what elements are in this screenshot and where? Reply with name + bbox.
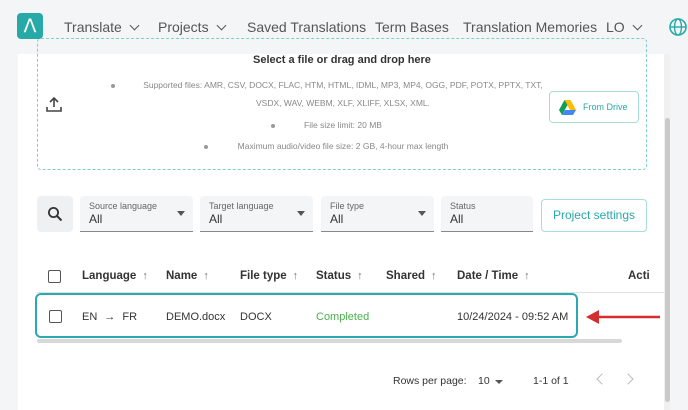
sort-arrow-icon: ↑ — [292, 270, 299, 282]
column-header-actions: Acti — [628, 270, 650, 282]
status-select[interactable]: Status All — [441, 196, 533, 232]
chevron-down-icon — [216, 20, 227, 31]
globe-icon[interactable] — [668, 17, 688, 37]
status-label: Status — [450, 201, 476, 211]
file-type-label: File type — [330, 201, 365, 211]
upload-icon[interactable] — [45, 96, 63, 114]
sort-arrow-icon: ↑ — [357, 270, 363, 282]
project-settings-button[interactable]: Project settings — [541, 199, 647, 232]
column-header-status[interactable]: Status ↑ — [316, 270, 363, 282]
supported-files-line-2: VSDX, WAV, WEBM, XLF, XLIFF, XLSX, XML. — [256, 98, 430, 108]
column-label: Name — [166, 270, 198, 282]
column-label: Status — [316, 270, 352, 282]
rows-per-page-select[interactable]: 10 — [478, 375, 490, 387]
annotation-arrow-icon — [586, 310, 660, 324]
file-type-select[interactable]: File type All — [321, 196, 434, 232]
source-language-select[interactable]: Source language All — [80, 196, 193, 232]
search-button[interactable] — [37, 196, 73, 232]
nav-translation-memories[interactable]: Translation Memories — [463, 19, 597, 35]
from-drive-label: From Drive — [583, 102, 628, 112]
sort-arrow-icon: ↑ — [431, 270, 437, 282]
nav-user-label: LO — [606, 19, 625, 35]
select-all-checkbox[interactable] — [48, 270, 61, 283]
table-horizontal-scrollbar[interactable] — [37, 339, 622, 343]
column-header-file-type[interactable]: File type ↑ — [240, 270, 298, 282]
file-type-value: All — [330, 212, 344, 226]
column-label: Language — [82, 270, 137, 282]
column-label: File type — [240, 270, 287, 282]
source-language-label: Source language — [89, 201, 158, 211]
dropdown-caret-icon[interactable] — [495, 380, 503, 384]
search-icon — [48, 207, 63, 222]
column-header-language[interactable]: Language ↑ — [82, 270, 148, 282]
sort-arrow-icon: ↑ — [524, 270, 530, 282]
sort-arrow-icon: ↑ — [203, 270, 209, 282]
column-header-name[interactable]: Name ↑ — [166, 270, 209, 282]
from-drive-button[interactable]: From Drive — [549, 91, 639, 123]
dropdown-caret-icon — [418, 211, 426, 216]
app-logo[interactable]: Λ — [17, 13, 43, 39]
source-language-value: All — [89, 212, 103, 226]
status-value: All — [450, 212, 464, 226]
row-highlight-box — [35, 293, 578, 338]
column-header-date-time[interactable]: Date / Time ↑ — [457, 270, 530, 282]
google-drive-icon — [559, 100, 576, 115]
nav-term-bases[interactable]: Term Bases — [375, 19, 449, 35]
nav-user-menu[interactable]: LO — [606, 19, 643, 35]
pagination-range: 1-1 of 1 — [533, 375, 569, 387]
dropzone-title: Select a file or drag and drop here — [253, 54, 431, 66]
sort-arrow-icon: ↑ — [142, 270, 148, 282]
page-scrollbar[interactable] — [665, 118, 670, 402]
chevron-down-icon — [129, 20, 140, 31]
column-header-shared[interactable]: Shared ↑ — [386, 270, 437, 282]
supported-files-line-1: Supported files: AMR, CSV, DOCX, FLAC, H… — [143, 80, 543, 90]
dropdown-caret-icon — [297, 211, 305, 216]
column-label: Shared — [386, 270, 425, 282]
column-label: Date / Time — [457, 270, 519, 282]
chevron-down-icon — [632, 20, 643, 31]
nav-saved-translations[interactable]: Saved Translations — [247, 19, 366, 35]
target-language-value: All — [209, 212, 223, 226]
nav-projects[interactable]: Projects — [158, 19, 227, 35]
nav-projects-label: Projects — [158, 19, 209, 35]
target-language-select[interactable]: Target language All — [200, 196, 313, 232]
file-size-limit: File size limit: 20 MB — [304, 120, 382, 130]
nav-translate[interactable]: Translate — [64, 19, 140, 35]
nav-translate-label: Translate — [64, 19, 122, 35]
dropdown-caret-icon — [177, 211, 185, 216]
av-size-limit: Maximum audio/video file size: 2 GB, 4-h… — [237, 141, 449, 151]
target-language-label: Target language — [209, 201, 274, 211]
rows-per-page-label: Rows per page: — [393, 375, 467, 387]
